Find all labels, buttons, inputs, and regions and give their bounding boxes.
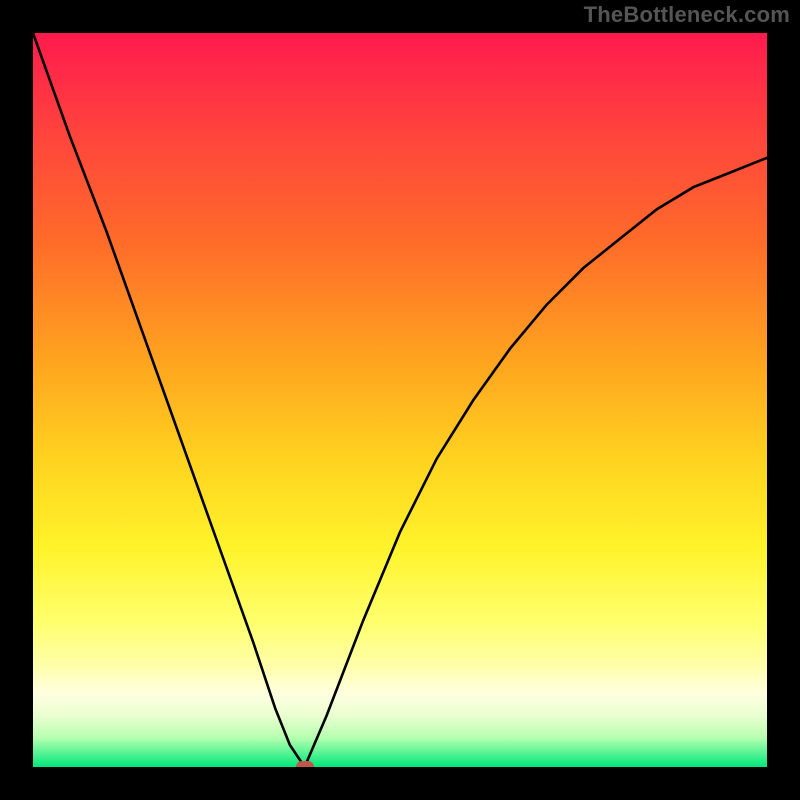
curve-left-branch — [33, 33, 305, 767]
plot-area — [33, 33, 767, 767]
chart-frame: TheBottleneck.com — [0, 0, 800, 800]
minimum-marker — [296, 761, 314, 767]
curve-right-branch — [305, 158, 767, 767]
curve-svg — [33, 33, 767, 767]
watermark-text: TheBottleneck.com — [584, 2, 790, 28]
